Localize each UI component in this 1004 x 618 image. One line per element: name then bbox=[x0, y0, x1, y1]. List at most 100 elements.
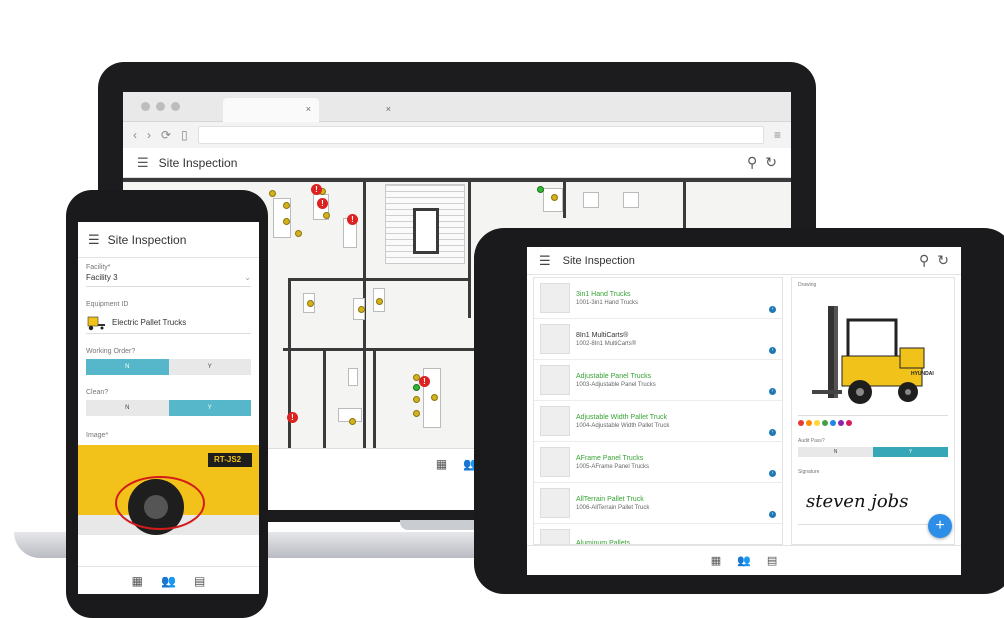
refresh-icon[interactable]: ↻ bbox=[765, 154, 777, 171]
drawing-canvas[interactable]: HYUNDAI bbox=[798, 296, 948, 416]
calendar-icon[interactable]: ▦ bbox=[711, 554, 721, 567]
audit-n-button[interactable]: N bbox=[798, 447, 873, 457]
hamburger-icon[interactable]: ☰ bbox=[88, 232, 100, 248]
chevron-right-icon[interactable]: › bbox=[769, 388, 776, 395]
reload-icon[interactable]: ⟳ bbox=[161, 128, 171, 142]
chair-marker[interactable] bbox=[551, 194, 558, 201]
forklift-brand: HYUNDAI bbox=[911, 371, 934, 377]
chair-marker[interactable] bbox=[349, 418, 356, 425]
list-item[interactable]: Adjustable Panel Trucks 1003-Adjustable P… bbox=[534, 360, 782, 401]
equipment-select[interactable]: Electric Pallet Trucks bbox=[86, 312, 251, 334]
users-icon[interactable]: 👥 bbox=[161, 574, 176, 588]
list-item[interactable]: AFrame Panel Trucks 1005-AFrame Panel Tru… bbox=[534, 442, 782, 483]
forward-icon[interactable]: › bbox=[147, 128, 151, 142]
chair-marker[interactable] bbox=[358, 306, 365, 313]
color-swatch[interactable] bbox=[798, 420, 804, 426]
alert-marker[interactable]: ! bbox=[419, 376, 430, 387]
chair-marker-active[interactable] bbox=[537, 186, 544, 193]
add-button[interactable]: + bbox=[928, 514, 952, 538]
refresh-icon[interactable]: ↻ bbox=[937, 252, 949, 269]
tablet-screen: ☰ Site Inspection ⚲ ↻ 3in1 Hand Trucks 10… bbox=[527, 247, 961, 575]
working-order-n-button[interactable]: N bbox=[86, 359, 169, 375]
tablet-page-title: Site Inspection bbox=[562, 254, 635, 267]
calendar-icon[interactable]: ▦ bbox=[436, 457, 447, 471]
hamburger-icon[interactable]: ☰ bbox=[539, 253, 551, 269]
inspection-photo[interactable]: RT-JS2 bbox=[78, 445, 259, 535]
list-item-subtitle: 1001-3in1 Hand Trucks bbox=[576, 299, 639, 306]
chair-marker[interactable] bbox=[283, 218, 290, 225]
alert-marker[interactable]: ! bbox=[311, 184, 322, 195]
working-order-toggle: N Y bbox=[86, 359, 251, 375]
color-swatch[interactable] bbox=[846, 420, 852, 426]
chevron-right-icon[interactable]: › bbox=[769, 470, 776, 477]
audit-y-button[interactable]: Y bbox=[873, 447, 948, 457]
users-icon[interactable]: 👥 bbox=[737, 554, 751, 567]
list-item[interactable]: 8In1 MultiCarts® 1002-8In1 MultiCarts® › bbox=[534, 319, 782, 360]
signature-pad[interactable]: steven jobs bbox=[798, 481, 948, 525]
browser-menu-icon[interactable]: ≡ bbox=[774, 128, 781, 142]
grid-icon[interactable]: ▤ bbox=[194, 574, 205, 588]
list-item[interactable]: Adjustable Width Pallet Truck 1004-Adjust… bbox=[534, 401, 782, 442]
chevron-right-icon[interactable]: › bbox=[769, 306, 776, 313]
chair-marker[interactable] bbox=[269, 190, 276, 197]
list-item[interactable]: AllTerrain Pallet Truck 1006-AllTerrain P… bbox=[534, 483, 782, 524]
close-tab-icon[interactable]: × bbox=[386, 104, 391, 114]
working-order-label: Working Order? bbox=[86, 348, 136, 355]
browser-tab-new[interactable]: × bbox=[319, 98, 399, 122]
maximize-window-dot[interactable] bbox=[171, 102, 180, 111]
chair-marker[interactable] bbox=[431, 394, 438, 401]
chair-marker[interactable] bbox=[283, 202, 290, 209]
color-swatch[interactable] bbox=[814, 420, 820, 426]
address-bar[interactable] bbox=[197, 126, 764, 144]
audit-pass-label: Audit Pass? bbox=[798, 438, 825, 444]
chair-marker[interactable] bbox=[295, 230, 302, 237]
chevron-down-icon: ⌄ bbox=[244, 273, 251, 282]
clean-y-button[interactable]: Y bbox=[168, 400, 251, 416]
page-title: Site Inspection bbox=[158, 155, 238, 170]
grid-icon[interactable]: ▤ bbox=[767, 554, 777, 567]
search-icon[interactable]: ⚲ bbox=[919, 252, 929, 269]
chair-marker[interactable] bbox=[413, 410, 420, 417]
alert-marker[interactable]: ! bbox=[347, 214, 358, 225]
chair-marker[interactable] bbox=[413, 396, 420, 403]
list-item[interactable]: 3in1 Hand Trucks 1001-3in1 Hand Trucks › bbox=[534, 278, 782, 319]
desk[interactable] bbox=[348, 368, 358, 386]
chair-marker[interactable] bbox=[323, 212, 330, 219]
back-icon[interactable]: ‹ bbox=[133, 128, 137, 142]
facility-select[interactable]: Facility 3 ⌄ bbox=[86, 273, 251, 287]
color-swatch[interactable] bbox=[806, 420, 812, 426]
chair-marker[interactable] bbox=[376, 298, 383, 305]
list-item-subtitle: 1004-Adjustable Width Pallet Truck bbox=[576, 422, 670, 429]
page-icon: ▯ bbox=[181, 128, 188, 142]
phone-screen: ☰ Site Inspection Facility* Facility 3 ⌄… bbox=[78, 222, 259, 594]
desk[interactable] bbox=[623, 192, 639, 208]
search-icon[interactable]: ⚲ bbox=[747, 154, 757, 171]
chair-marker-active[interactable] bbox=[413, 384, 420, 391]
list-item[interactable]: Aluminum Pallets bbox=[534, 524, 782, 544]
minimize-window-dot[interactable] bbox=[156, 102, 165, 111]
list-item-text: 8In1 MultiCarts® 1002-8In1 MultiCarts® bbox=[576, 332, 776, 347]
browser-tab-active[interactable]: × bbox=[223, 98, 319, 122]
clean-label: Clean? bbox=[86, 389, 109, 396]
alert-marker[interactable]: ! bbox=[287, 412, 298, 423]
detail-panel: Drawing HYUNDAI Audit Pass? N Y Signatur… bbox=[791, 277, 955, 545]
calendar-icon[interactable]: ▦ bbox=[132, 574, 143, 588]
browser-tab-bar: × × bbox=[123, 92, 791, 122]
chevron-right-icon[interactable]: › bbox=[769, 347, 776, 354]
close-tab-icon[interactable]: × bbox=[306, 104, 311, 114]
working-order-y-button[interactable]: Y bbox=[168, 359, 251, 375]
list-item-text: AFrame Panel Trucks 1005-AFrame Panel Tru… bbox=[576, 455, 776, 470]
alert-marker[interactable]: ! bbox=[317, 198, 328, 209]
color-swatch[interactable] bbox=[822, 420, 828, 426]
chevron-right-icon[interactable]: › bbox=[769, 511, 776, 518]
close-window-dot[interactable] bbox=[141, 102, 150, 111]
stage: × × ‹ › ⟳ ▯ ≡ ☰ Site Inspection ⚲ ↻ ! ! … bbox=[0, 0, 1004, 618]
desk[interactable] bbox=[583, 192, 599, 208]
color-swatch[interactable] bbox=[838, 420, 844, 426]
clean-n-button[interactable]: N bbox=[86, 400, 169, 416]
chair-marker[interactable] bbox=[307, 300, 314, 307]
hamburger-icon[interactable]: ☰ bbox=[137, 155, 149, 171]
chevron-right-icon[interactable]: › bbox=[769, 429, 776, 436]
color-swatch[interactable] bbox=[830, 420, 836, 426]
tablet-header: ☰ Site Inspection ⚲ ↻ bbox=[527, 247, 961, 275]
